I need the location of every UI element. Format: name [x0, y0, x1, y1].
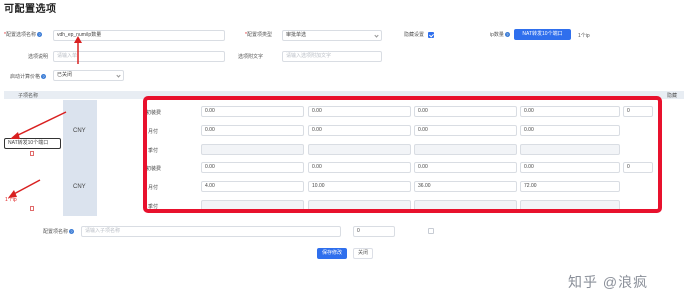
- annotation-arrow-diagonal-2: [8, 179, 41, 198]
- page-title: 可配置选项: [4, 4, 57, 15]
- annotation-arrow-diagonal-1: [10, 111, 67, 139]
- col-hidden: 隐藏: [667, 93, 678, 99]
- ip-tag-1ip[interactable]: 1个ip: [578, 32, 590, 39]
- currency-2: CNY: [73, 184, 86, 190]
- hidden-setting-label: 隐藏设置: [404, 32, 425, 38]
- currency-1: CNY: [73, 128, 86, 134]
- option-text-label: 选项附文字: [238, 54, 264, 60]
- save-button[interactable]: 保存修改: [317, 248, 347, 259]
- annotation-arrow-up: [74, 36, 82, 64]
- option-text-input[interactable]: 请输入选项附加文字: [282, 51, 382, 62]
- ip-count-label-text: ip数量: [490, 32, 504, 38]
- help-icon: ?: [41, 74, 47, 80]
- add-row-label: 配置项名称?: [43, 228, 75, 235]
- help-icon: ?: [504, 32, 510, 38]
- option-name-label: *配置选项名称?: [4, 32, 42, 38]
- cancel-button[interactable]: 关闭: [353, 248, 373, 259]
- option-desc-label: 选项说明: [28, 54, 49, 60]
- add-row-name-input[interactable]: 请输入子项名称: [81, 226, 341, 237]
- help-icon: ?: [36, 32, 42, 38]
- option-type-value: 审批单选: [286, 32, 307, 38]
- ip-count-label: ip数量?: [490, 31, 510, 38]
- option-type-label-text: 配置项类型: [246, 32, 272, 38]
- watermark: 知乎 @浪疯: [568, 274, 649, 290]
- add-row-sort-input[interactable]: 0: [353, 226, 395, 237]
- price-calc-select[interactable]: 已关闭: [53, 70, 124, 81]
- hidden-checkbox[interactable]: [428, 32, 434, 38]
- help-icon: ?: [69, 229, 75, 235]
- price-calc-label-text: 启动计算价格: [10, 74, 41, 80]
- chevron-down-icon: [116, 73, 121, 78]
- chevron-down-icon: [374, 33, 379, 38]
- add-row-hidden-checkbox[interactable]: [428, 228, 434, 234]
- add-row-label-text: 配置项名称: [43, 229, 69, 235]
- price-calc-value: 已关闭: [57, 72, 73, 78]
- ip-tag-nat-button[interactable]: NAT转发10个端口: [514, 29, 571, 40]
- trash-icon[interactable]: [30, 151, 34, 156]
- price-calc-label: 启动计算价格?: [10, 73, 47, 80]
- option-type-label: *配置项类型: [245, 32, 272, 38]
- annotation-highlight-box: [143, 96, 662, 213]
- col-sub-name: 子项名称: [18, 93, 39, 99]
- trash-icon[interactable]: [30, 206, 34, 211]
- option-name-label-text: 配置选项名称: [5, 32, 36, 38]
- option-type-select[interactable]: 审批单选: [282, 30, 382, 41]
